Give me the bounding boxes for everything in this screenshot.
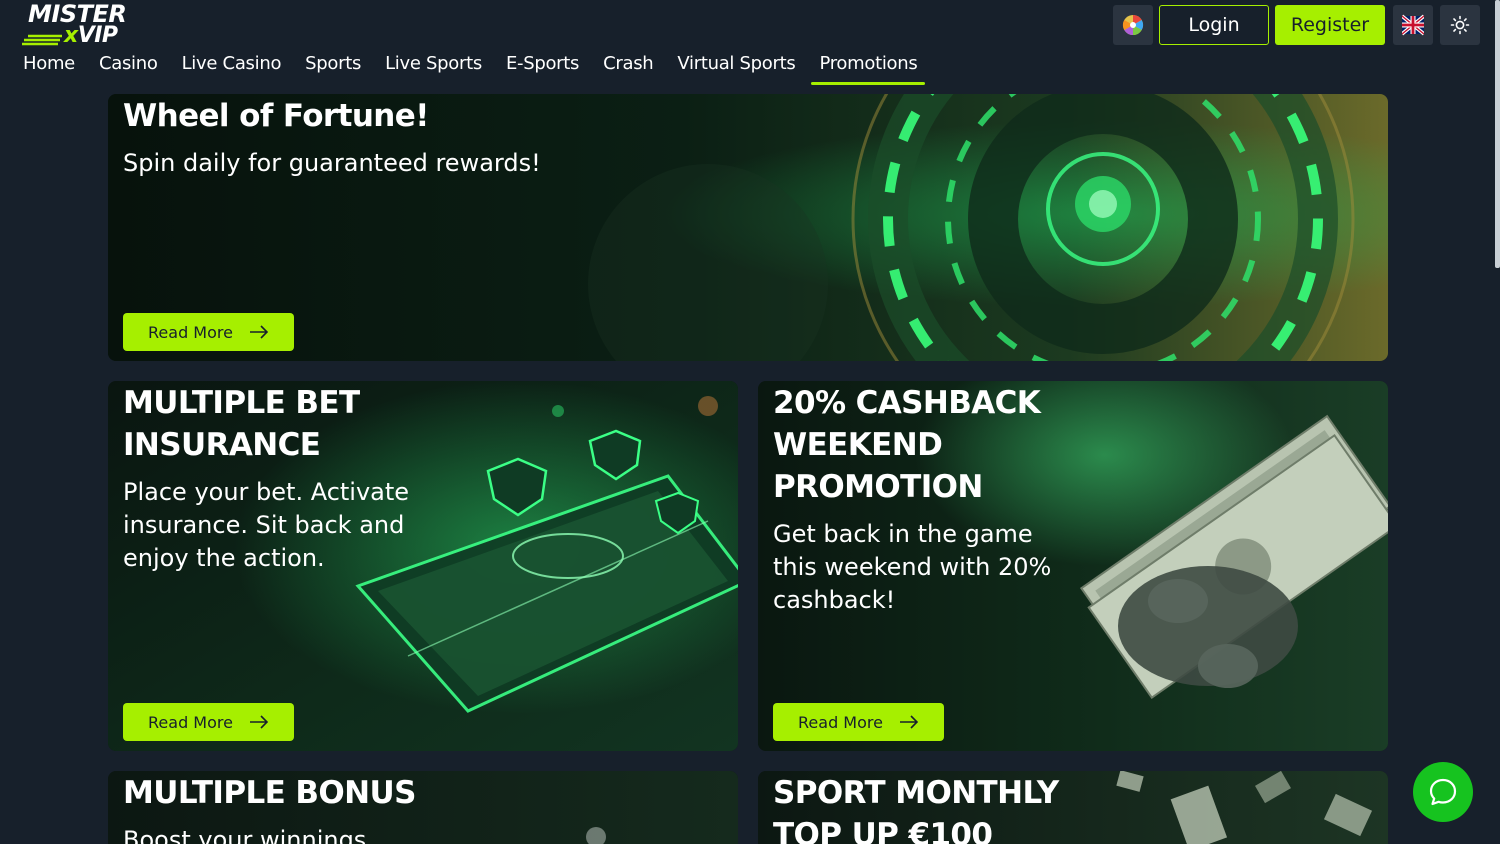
- theme-toggle-button[interactable]: [1440, 5, 1480, 45]
- promo-card-multiple-bet-insurance[interactable]: MULTIPLE BET INSURANCE Place your bet. Ac…: [108, 381, 738, 751]
- promo-description: Spin daily for guaranteed rewards!: [123, 149, 541, 177]
- language-button[interactable]: [1393, 5, 1433, 45]
- read-more-label: Read More: [798, 712, 883, 732]
- read-more-button[interactable]: Read More: [123, 703, 294, 741]
- sun-icon: [1450, 15, 1470, 35]
- promo-title: 20% CASHBACK WEEKEND PROMOTION: [773, 385, 1041, 505]
- promo-description: Place your bet. Activate insurance. Sit b…: [123, 478, 410, 572]
- nav-e-sports[interactable]: E-Sports: [506, 52, 579, 78]
- promo-title: SPORT MONTHLY TOP UP €100: [773, 775, 1059, 844]
- nav-home[interactable]: Home: [23, 52, 75, 78]
- nav-live-casino[interactable]: Live Casino: [182, 52, 282, 78]
- wheel-of-fortune-button[interactable]: [1113, 5, 1153, 45]
- logo-speed-lines-icon: [22, 34, 62, 46]
- nav-virtual-sports[interactable]: Virtual Sports: [677, 52, 795, 78]
- nav-sports[interactable]: Sports: [305, 52, 361, 78]
- nav-casino[interactable]: Casino: [99, 52, 158, 78]
- promo-card-sport-monthly-top-up[interactable]: SPORT MONTHLY TOP UP €100: [758, 771, 1388, 844]
- arrow-right-icon: [899, 715, 919, 729]
- register-button[interactable]: Register: [1275, 5, 1385, 45]
- nav-promotions[interactable]: Promotions: [811, 52, 926, 85]
- promo-description: Boost your winnings: [123, 826, 367, 844]
- wheel-of-fortune-icon: [1122, 14, 1144, 36]
- logo-text-xvip: xVIP: [64, 23, 118, 48]
- promo-title: Wheel of Fortune!: [123, 98, 429, 134]
- chat-bubble-icon: [1429, 778, 1457, 806]
- read-more-label: Read More: [148, 322, 233, 342]
- read-more-button[interactable]: Read More: [123, 313, 294, 351]
- uk-flag-icon: [1402, 14, 1424, 36]
- promo-card-wheel-of-fortune[interactable]: Wheel of Fortune! Spin daily for guarant…: [108, 94, 1388, 361]
- promo-title: MULTIPLE BONUS: [123, 775, 416, 811]
- site-logo[interactable]: MISTER xVIP: [22, 2, 127, 48]
- live-chat-button[interactable]: [1413, 762, 1473, 822]
- login-button[interactable]: Login: [1159, 5, 1269, 45]
- read-more-button[interactable]: Read More: [773, 703, 944, 741]
- promo-card-cashback-weekend[interactable]: 20% CASHBACK WEEKEND PROMOTION Get back in…: [758, 381, 1388, 751]
- promo-description: Get back in the game this weekend with 20…: [773, 520, 1052, 614]
- nav-live-sports[interactable]: Live Sports: [385, 52, 482, 78]
- read-more-label: Read More: [148, 712, 233, 732]
- arrow-right-icon: [249, 325, 269, 339]
- promo-title: MULTIPLE BET INSURANCE: [123, 385, 360, 463]
- main-nav: Home Casino Live Casino Sports Live Spor…: [23, 52, 941, 85]
- nav-crash[interactable]: Crash: [603, 52, 654, 78]
- promo-card-multiple-bonus[interactable]: MULTIPLE BONUS Boost your winnings: [108, 771, 738, 844]
- page-scrollbar[interactable]: [1495, 0, 1500, 268]
- arrow-right-icon: [249, 715, 269, 729]
